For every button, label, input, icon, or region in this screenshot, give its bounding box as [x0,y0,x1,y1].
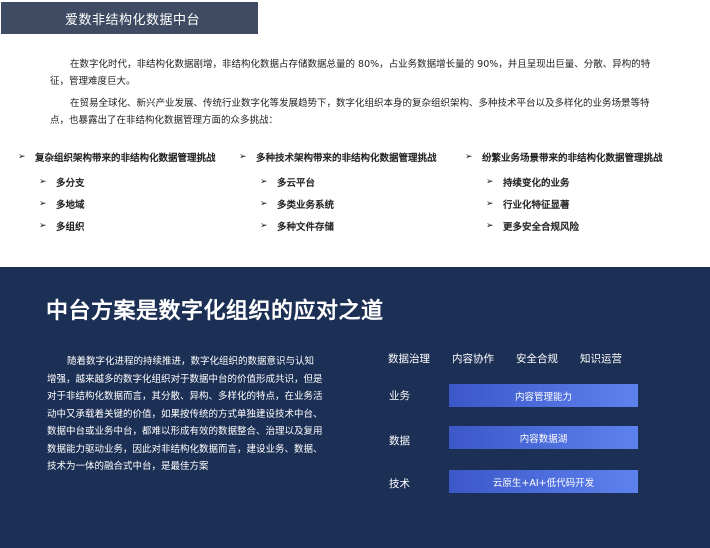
challenge-item: ➢ 多分支 [39,177,85,189]
capability-label: 内容协作 [452,353,494,365]
intro-paragraph-1: 在数字化时代，非结构化数据剧增，非结构化数据占存储数据总量的 80%，占业务数据… [50,59,651,87]
challenge-heading: ➢ 纷繁业务场景带来的非结构化数据管理挑战 [465,152,663,164]
arrow-right-icon: ➢ [486,199,494,209]
panel-paragraph: 随着数字化进程的持续推进，数字化组织的数据意识与认知增强，越来越多的数字化组织对… [47,356,323,472]
arrow-right-icon: ➢ [39,177,47,187]
solution-panel: 中台方案是数字化组织的应对之道 随着数字化进程的持续推进，数字化组织的数据意识与… [0,267,710,548]
challenge-column-business: ➢ 纷繁业务场景带来的非结构化数据管理挑战 ➢ 持续变化的业务 ➢ 行业化特征显… [465,148,663,237]
challenge-item: ➢ 多云平台 [260,177,316,189]
arrow-right-icon: ➢ [260,221,268,231]
intro-section: 在数字化时代，非结构化数据剧增，非结构化数据占存储数据总量的 80%，占业务数据… [50,56,660,134]
capability-row: 数据治理 内容协作 安全合规 知识运营 [388,351,622,366]
challenge-column-tech: ➢ 多种技术架构带来的非结构化数据管理挑战 ➢ 多云平台 ➢ 多类业务系统 ➢ … [239,148,437,237]
layer-bar-data: 内容数据湖 [449,426,638,449]
layer-label-business: 业务 [389,390,410,402]
challenge-heading: ➢ 复杂组织架构带来的非结构化数据管理挑战 [18,152,216,164]
page-header: 爱数非结构化数据中台 [1,2,258,34]
challenge-item: ➢ 行业化特征显著 [486,199,570,211]
arrow-right-icon: ➢ [239,152,247,162]
layer-label-data: 数据 [389,435,410,447]
challenge-item: ➢ 多种文件存储 [260,221,335,233]
challenge-column-org: ➢ 复杂组织架构带来的非结构化数据管理挑战 ➢ 多分支 ➢ 多地域 ➢ 多组织 [18,148,216,237]
challenge-item: ➢ 多组织 [39,221,85,233]
arrow-right-icon: ➢ [486,221,494,231]
panel-title: 中台方案是数字化组织的应对之道 [46,299,384,324]
layer-label-tech: 技术 [389,478,410,490]
arrow-right-icon: ➢ [260,199,268,209]
challenge-item: ➢ 多类业务系统 [260,199,335,211]
challenge-item: ➢ 更多安全合规风险 [486,221,580,233]
arrow-right-icon: ➢ [39,199,47,209]
intro-paragraph-2: 在贸易全球化、新兴产业发展、传统行业数字化等发展趋势下，数字化组织本身的复杂组织… [50,98,650,126]
arrow-right-icon: ➢ [486,177,494,187]
capability-label: 数据治理 [388,353,430,365]
challenge-heading: ➢ 多种技术架构带来的非结构化数据管理挑战 [239,152,437,164]
challenge-item: ➢ 多地域 [39,199,85,211]
capability-label: 安全合规 [516,353,558,365]
arrow-right-icon: ➢ [18,152,26,162]
header-title: 爱数非结构化数据中台 [65,12,201,28]
arrow-right-icon: ➢ [260,177,268,187]
layer-bar-tech: 云原生+AI+低代码开发 [449,470,638,493]
arrow-right-icon: ➢ [465,152,473,162]
arrow-right-icon: ➢ [39,221,47,231]
challenge-item: ➢ 持续变化的业务 [486,177,570,189]
layer-bar-business: 内容管理能力 [449,384,638,407]
capability-label: 知识运营 [580,353,622,365]
